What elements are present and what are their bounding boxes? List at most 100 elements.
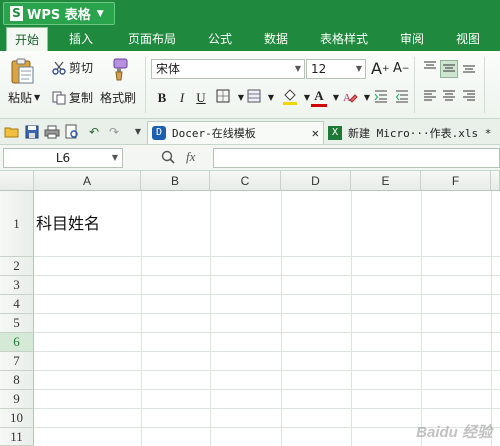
column-header-g[interactable] <box>491 171 500 191</box>
chevron-down-icon[interactable]: ▼ <box>262 89 280 107</box>
align-bottom-icon <box>463 65 475 73</box>
highlight-button[interactable] <box>281 89 299 107</box>
row-header-11[interactable]: 11 <box>0 428 34 446</box>
tab-insert[interactable]: 插入 <box>60 27 102 51</box>
align-bottom-button[interactable] <box>460 60 478 78</box>
font-color-icon: A <box>314 88 324 103</box>
borders-button[interactable] <box>214 89 232 107</box>
app-title: WPS 表格 <box>27 8 91 23</box>
fill-pattern-button[interactable] <box>245 89 263 107</box>
tab-page-layout[interactable]: 页面布局 <box>122 27 182 51</box>
ribbon: 粘贴 ▼ 剪切 复制 格式刷 宋体 ▼ 12 ▼ A + A − B I U ▼… <box>0 51 500 119</box>
indent-button[interactable] <box>372 89 390 107</box>
doc-tab-docer[interactable]: D Docer-在线模板 ✕ <box>147 121 324 144</box>
shrink-font-icon: A <box>393 61 402 76</box>
align-middle-button[interactable] <box>440 60 458 78</box>
row-header-10[interactable]: 10 <box>0 409 34 428</box>
tab-view[interactable]: 视图 <box>448 27 488 51</box>
column-header-c[interactable]: C <box>210 171 281 191</box>
indent-icon <box>374 90 387 103</box>
open-folder-icon[interactable] <box>4 124 20 140</box>
cell-a1[interactable]: 科目姓名 <box>36 191 100 257</box>
row-header-1[interactable]: 1 <box>0 191 34 257</box>
fill-bucket-icon <box>283 89 297 105</box>
align-right-icon <box>463 90 475 101</box>
column-header-a[interactable]: A <box>34 171 141 191</box>
bold-button[interactable]: B <box>153 89 171 107</box>
sheet-grid[interactable]: A B C D E F 1 2 3 4 5 6 7 8 9 10 11 科目姓名 <box>0 171 500 446</box>
outdent-button[interactable] <box>393 89 411 107</box>
align-top-button[interactable] <box>421 60 439 78</box>
tab-home[interactable]: 开始 <box>6 27 48 51</box>
align-right-button[interactable] <box>460 89 478 107</box>
font-name-select[interactable]: 宋体 ▼ <box>151 59 305 79</box>
name-box[interactable]: L6 ▼ <box>3 148 123 168</box>
chevron-down-icon: ▼ <box>355 64 362 73</box>
chevron-down-icon[interactable]: ▼ <box>130 124 146 140</box>
docer-icon: D <box>152 126 166 140</box>
gridline <box>34 332 500 333</box>
fx-button[interactable]: fx <box>186 149 195 165</box>
save-icon[interactable] <box>24 124 40 140</box>
baidu-watermark: Baidu 经验 <box>416 424 492 441</box>
column-header-e[interactable]: E <box>351 171 421 191</box>
print-preview-icon[interactable] <box>64 124 80 140</box>
tab-table-style[interactable]: 表格样式 <box>315 27 373 51</box>
redo-icon[interactable]: ↷ <box>106 124 122 140</box>
chevron-down-icon: ▼ <box>96 8 104 19</box>
row-header-7[interactable]: 7 <box>0 352 34 371</box>
title-bar: S WPS 表格 ▼ <box>0 0 500 27</box>
underline-button[interactable]: U <box>192 89 210 107</box>
undo-icon[interactable]: ↶ <box>86 124 102 140</box>
zoom-search-icon[interactable] <box>160 149 176 165</box>
row-header-9[interactable]: 9 <box>0 390 34 409</box>
tab-review[interactable]: 审阅 <box>392 27 432 51</box>
paste-button[interactable] <box>8 57 38 85</box>
tab-data[interactable]: 数据 <box>256 27 296 51</box>
doc-tab-workbook[interactable]: X 新建 Micro···作表.xls * <box>328 121 500 144</box>
column-header-f[interactable]: F <box>421 171 491 191</box>
scissors-icon <box>52 61 66 75</box>
format-painter-icon-wrap[interactable] <box>108 57 130 81</box>
print-icon[interactable] <box>44 124 60 140</box>
gridline <box>34 408 500 409</box>
format-painter-button[interactable]: 格式刷 <box>100 89 136 106</box>
svg-text:A: A <box>343 92 351 104</box>
row-header-2[interactable]: 2 <box>0 257 34 276</box>
cut-button[interactable]: 剪切 <box>52 59 93 76</box>
formula-input[interactable] <box>213 148 500 168</box>
row-header-4[interactable]: 4 <box>0 295 34 314</box>
borders-icon <box>216 89 230 103</box>
column-header-d[interactable]: D <box>281 171 351 191</box>
format-painter-label: 格式刷 <box>100 91 137 105</box>
select-all-corner[interactable] <box>0 171 34 191</box>
paste-menu[interactable]: 粘贴 ▼ <box>8 89 40 106</box>
grow-font-button[interactable]: A + <box>371 59 390 78</box>
font-color-button[interactable]: A <box>310 87 328 107</box>
wps-logo-icon: S <box>10 6 23 21</box>
italic-button[interactable]: I <box>173 89 191 107</box>
row-header-3[interactable]: 3 <box>0 276 34 295</box>
clear-format-button[interactable]: A <box>341 89 359 107</box>
font-size-select[interactable]: 12 ▼ <box>306 59 366 79</box>
copy-button[interactable]: 复制 <box>52 89 93 106</box>
font-size-value: 12 <box>311 62 327 76</box>
align-center-icon <box>443 90 455 101</box>
column-header-b[interactable]: B <box>141 171 210 191</box>
cut-label: 剪切 <box>69 61 94 75</box>
close-icon[interactable]: ✕ <box>312 126 319 140</box>
align-top-icon <box>424 61 436 69</box>
align-middle-icon <box>443 64 455 72</box>
gridline <box>34 294 500 295</box>
ribbon-divider <box>484 57 485 113</box>
align-center-button[interactable] <box>440 89 458 107</box>
row-header-5[interactable]: 5 <box>0 314 34 333</box>
row-header-6[interactable]: 6 <box>0 333 34 352</box>
align-left-button[interactable] <box>421 89 439 107</box>
outdent-icon <box>395 90 408 103</box>
app-menu-button[interactable]: S WPS 表格 ▼ <box>3 2 115 25</box>
row-header-8[interactable]: 8 <box>0 371 34 390</box>
eraser-icon: A <box>343 92 358 104</box>
tab-formulas[interactable]: 公式 <box>200 27 240 51</box>
shrink-font-button[interactable]: A − <box>393 61 409 76</box>
